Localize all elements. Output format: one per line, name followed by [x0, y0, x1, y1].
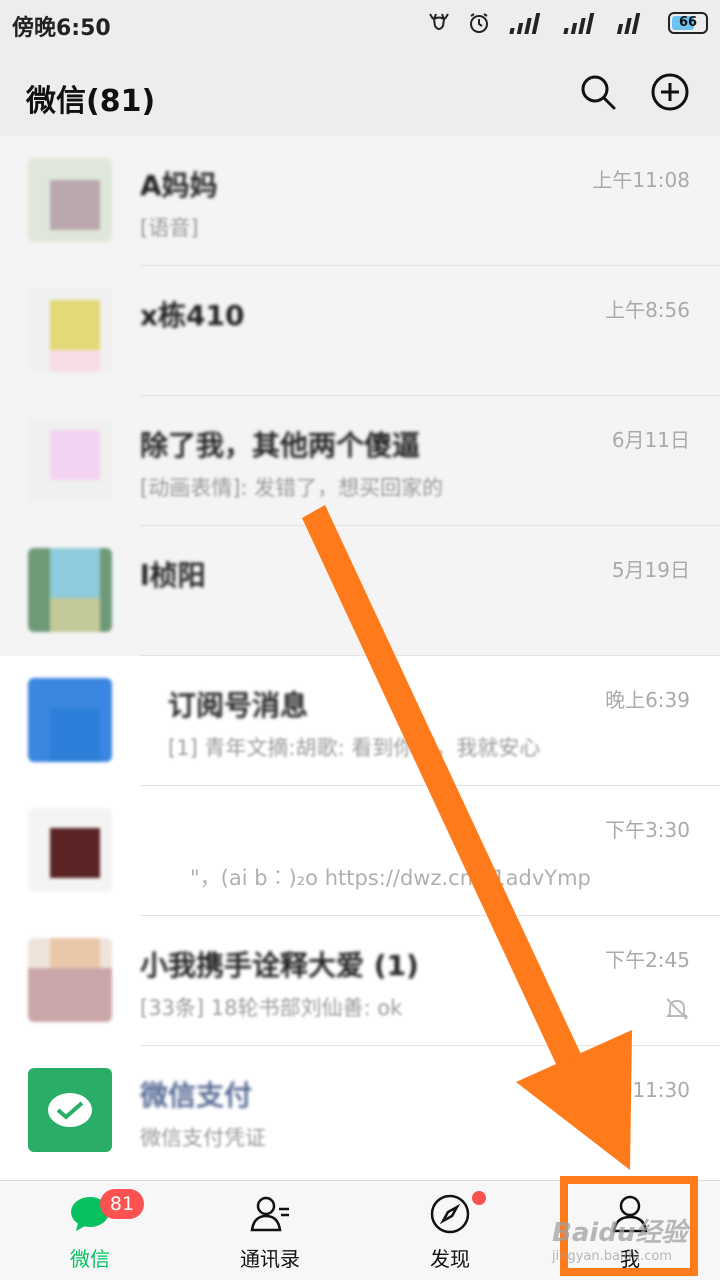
chat-name: 微信支付: [140, 1079, 253, 1112]
watermark-sub: jingyan.baidu.com: [552, 1249, 672, 1264]
chat-name: 订阅号消息: [168, 689, 309, 722]
alarm-icon: [470, 13, 488, 33]
status-time: 傍晚6:50: [12, 16, 111, 41]
tab-label: 微信: [70, 1247, 110, 1271]
wifi-icon: [614, 12, 652, 34]
avatar: [28, 548, 112, 632]
chat-item[interactable]: 订阅号消息 [1] 青年文摘:胡歌: 看到你们，我就安心 晚上6:39: [0, 656, 720, 786]
notification-dot: [472, 1191, 486, 1205]
status-icons: 66: [426, 12, 708, 34]
chat-name: 小我携手诠释大爱 (1): [140, 949, 419, 982]
chat-preview: [1] 青年文摘:胡歌: 看到你们，我就安心: [168, 736, 541, 760]
chat-time: 上午11:30: [592, 1078, 690, 1102]
deer-icon: [429, 13, 449, 30]
chat-preview: [动画表情]: 发错了，想买回家的: [140, 476, 444, 500]
contacts-icon: [250, 1196, 289, 1232]
battery-icon: 66: [668, 12, 708, 34]
app-header: 微信(81): [0, 52, 720, 136]
chat-name: l桢阳: [140, 559, 206, 592]
chat-name: 除了我，其他两个傻逼: [140, 429, 421, 462]
avatar: [28, 938, 112, 1022]
chat-item[interactable]: 微信支付 微信支付凭证 上午11:30: [0, 1046, 720, 1176]
chat-item[interactable]: 除了我，其他两个傻逼 [动画表情]: 发错了，想买回家的 6月11日: [0, 396, 720, 526]
status-bar: 傍晚6:50 66: [0, 0, 720, 52]
wechat-pay-icon: [48, 1093, 92, 1127]
chat-list: A妈妈 [语音] 上午11:08 x栋410 上午8:56 除了我，其他两个傻逼…: [0, 136, 720, 1180]
chat-name: x栋410: [140, 299, 245, 332]
signal-icon-2: [560, 12, 598, 34]
chat-item[interactable]: x栋410 上午8:56: [0, 266, 720, 396]
signal-icon: [506, 12, 544, 34]
chat-preview: 微信支付凭证: [140, 1126, 266, 1150]
chat-time: 晚上6:39: [605, 688, 690, 712]
chat-name: A妈妈: [140, 169, 218, 202]
baidu-watermark: Baidu经验 jingyan.baidu.com: [552, 1212, 712, 1272]
avatar: [28, 678, 112, 762]
watermark-main: Baidu经验: [552, 1218, 688, 1248]
avatar: [28, 158, 112, 242]
chat-item[interactable]: l桢阳 5月19日: [0, 526, 720, 656]
tab-label: 通讯录: [240, 1247, 300, 1271]
chat-preview: [33条] 18轮书部刘仙善: ok: [140, 996, 403, 1020]
add-icon[interactable]: [650, 72, 690, 112]
chat-time: 上午8:56: [605, 298, 690, 322]
chat-time: 5月19日: [611, 558, 690, 582]
avatar: [28, 1068, 112, 1152]
chat-item[interactable]: 小我携手诠释大爱 (1) [33条] 18轮书部刘仙善: ok 下午2:45: [0, 916, 720, 1046]
chat-time: 6月11日: [611, 428, 690, 452]
compass-icon: [430, 1194, 470, 1234]
tab-contacts[interactable]: 通讯录: [180, 1181, 360, 1280]
chat-time: 下午3:30: [605, 818, 690, 842]
tab-chats[interactable]: 81 微信: [0, 1181, 180, 1280]
mute-bell-icon: [665, 998, 689, 1020]
avatar: [28, 808, 112, 892]
chat-preview: "，(ai b︰)₂o https://dwz.cn/k1advYmp: [190, 866, 591, 890]
avatar: [28, 418, 112, 502]
avatar: [28, 288, 112, 372]
page-title: 微信(81): [26, 84, 156, 119]
chat-time: 上午11:08: [592, 168, 690, 192]
chat-preview: [语音]: [140, 216, 199, 240]
chat-time: 下午2:45: [605, 948, 690, 972]
chat-item[interactable]: A妈妈 [语音] 上午11:08: [0, 136, 720, 266]
chat-item[interactable]: "，(ai b︰)₂o https://dwz.cn/k1advYmp 下午3:…: [0, 786, 720, 916]
tab-discover[interactable]: 发现: [360, 1181, 540, 1280]
tab-label: 发现: [430, 1247, 470, 1271]
search-icon[interactable]: [578, 72, 618, 112]
unread-badge: 81: [100, 1189, 144, 1219]
